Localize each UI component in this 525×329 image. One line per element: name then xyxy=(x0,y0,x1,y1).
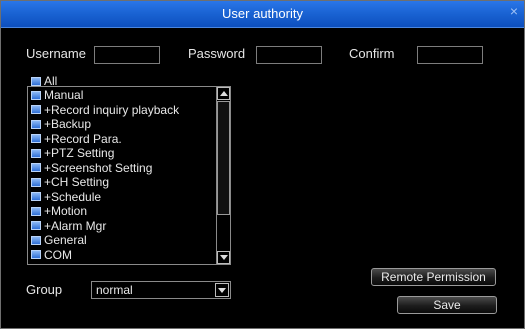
list-item[interactable]: +Schedule xyxy=(31,190,214,205)
group-label: Group xyxy=(26,282,63,297)
list-scrollbar[interactable] xyxy=(216,87,230,264)
username-field[interactable] xyxy=(94,46,160,64)
checkbox-icon[interactable] xyxy=(31,163,41,173)
checkbox-icon[interactable] xyxy=(31,235,41,245)
checkbox-icon[interactable] xyxy=(31,119,41,129)
checkbox-icon[interactable] xyxy=(31,105,41,115)
permission-label: +Backup xyxy=(44,117,92,132)
permission-label: +Motion xyxy=(44,204,88,219)
permission-label: Manual xyxy=(44,88,84,103)
permission-label: COM xyxy=(44,247,72,262)
permission-label: +Alarm Mgr xyxy=(44,218,107,233)
username-label: Username xyxy=(26,46,86,61)
group-select[interactable]: normal xyxy=(91,281,231,299)
list-item[interactable]: +Record inquiry playback xyxy=(31,103,214,118)
checkbox-icon[interactable] xyxy=(31,90,41,100)
close-icon[interactable]: × xyxy=(510,3,518,19)
list-item[interactable]: General xyxy=(31,233,214,248)
password-label: Password xyxy=(188,46,246,61)
checkbox-icon[interactable] xyxy=(31,148,41,158)
permission-label: +Screenshot Setting xyxy=(44,160,153,175)
title-bar[interactable]: User authority × xyxy=(1,1,524,28)
list-item[interactable]: HDD Mgr xyxy=(31,262,214,264)
permission-label: +Record Para. xyxy=(44,131,122,146)
list-item[interactable]: +Alarm Mgr xyxy=(31,219,214,234)
save-button[interactable]: Save xyxy=(397,296,497,314)
permission-label: +Schedule xyxy=(44,189,102,204)
permission-label: +Record inquiry playback xyxy=(44,102,180,117)
list-item[interactable]: +Motion xyxy=(31,204,214,219)
chevron-down-icon xyxy=(218,287,226,293)
chevron-down-icon xyxy=(219,255,228,260)
dialog-title: User authority xyxy=(222,6,303,21)
checkbox-icon[interactable] xyxy=(31,221,41,231)
list-item[interactable]: +Screenshot Setting xyxy=(31,161,214,176)
checkbox-icon[interactable] xyxy=(31,134,41,144)
permission-label: +PTZ Setting xyxy=(44,146,115,161)
list-item[interactable]: +Record Para. xyxy=(31,132,214,147)
list-item[interactable]: +CH Setting xyxy=(31,175,214,190)
permission-label: HDD Mgr xyxy=(44,262,94,264)
list-item[interactable]: COM xyxy=(31,248,214,263)
group-select-value: normal xyxy=(96,283,133,297)
permission-label: +CH Setting xyxy=(44,175,110,190)
chevron-up-icon xyxy=(219,91,228,96)
list-item[interactable]: Manual xyxy=(31,88,214,103)
user-authority-dialog: User authority × Username Password Confi… xyxy=(0,0,525,329)
confirm-label: Confirm xyxy=(349,46,395,61)
permission-items: Manual +Record inquiry playback +Backup +Re… xyxy=(31,88,214,264)
list-item[interactable]: +PTZ Setting xyxy=(31,146,214,161)
confirm-field[interactable] xyxy=(417,46,483,64)
scroll-up-button[interactable] xyxy=(217,87,230,100)
permission-label: General xyxy=(44,233,87,248)
password-field[interactable] xyxy=(256,46,322,64)
list-item[interactable]: +Backup xyxy=(31,117,214,132)
dropdown-button[interactable] xyxy=(215,283,229,297)
checkbox-icon[interactable] xyxy=(31,177,41,187)
scroll-thumb[interactable] xyxy=(217,101,230,215)
permission-list[interactable]: Manual +Record inquiry playback +Backup +Re… xyxy=(27,86,231,265)
remote-permission-button[interactable]: Remote Permission xyxy=(371,268,496,286)
checkbox-icon[interactable] xyxy=(31,76,41,86)
checkbox-icon[interactable] xyxy=(31,206,41,216)
checkbox-icon[interactable] xyxy=(31,250,41,260)
scroll-down-button[interactable] xyxy=(217,251,230,264)
checkbox-icon[interactable] xyxy=(31,192,41,202)
